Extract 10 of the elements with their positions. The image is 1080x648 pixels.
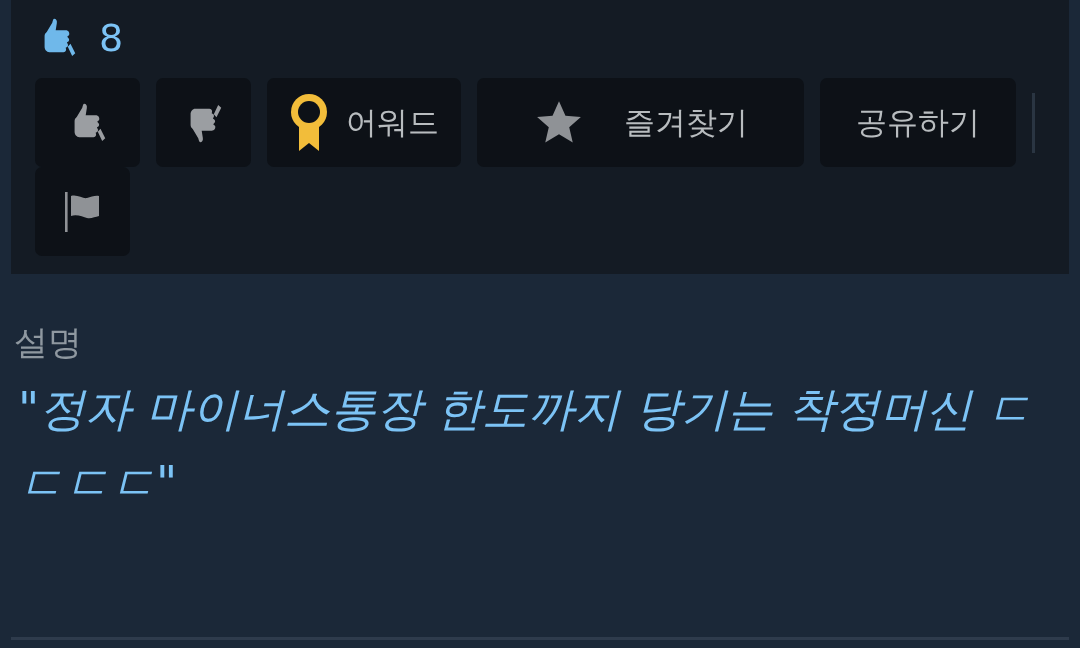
like-button[interactable] (35, 78, 140, 167)
award-button[interactable]: 어워드 (267, 78, 461, 167)
share-button[interactable]: 공유하기 (820, 78, 1016, 167)
report-button[interactable] (35, 167, 130, 256)
description-text: "정자 마이너스통장 한도까지 당기는 착정머신 ㄷㄷㄷㄷ" (17, 381, 1034, 512)
dislike-button[interactable] (156, 78, 251, 167)
like-count: 8 (99, 15, 124, 62)
ribbon-award-icon (289, 92, 328, 153)
section-heading: 설명 (14, 321, 83, 364)
favorite-button[interactable]: 즐겨찾기 (477, 78, 804, 167)
